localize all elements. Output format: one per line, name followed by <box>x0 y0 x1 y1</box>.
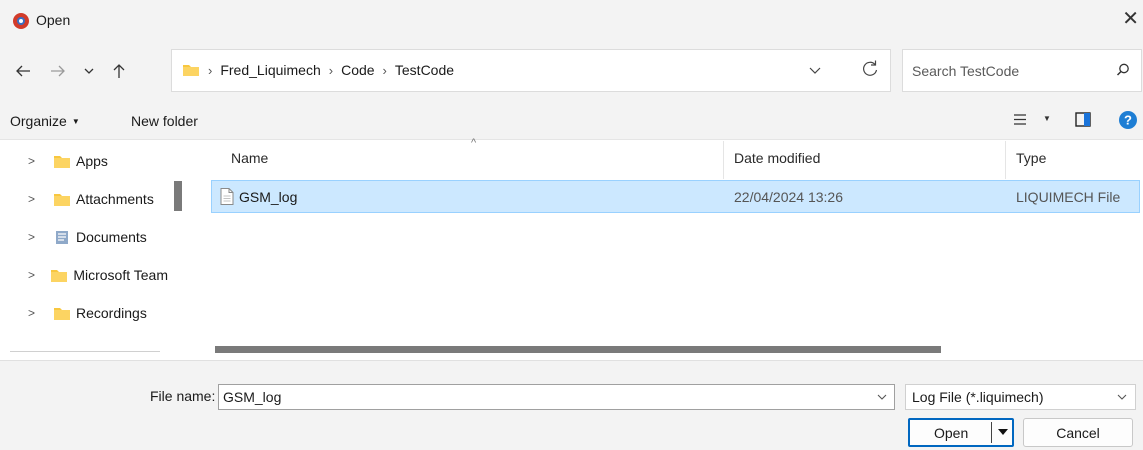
sidebar-item-label: Recordings <box>76 305 147 321</box>
organize-button[interactable]: Organize ▼ <box>10 113 80 129</box>
chevron-right-icon[interactable]: > <box>28 306 42 320</box>
folder-icon <box>54 307 70 320</box>
sidebar-item-label: Attachments <box>76 191 154 207</box>
file-type-select[interactable]: Log File (*.liquimech) <box>905 384 1136 410</box>
sidebar-item-label: Apps <box>76 153 108 169</box>
column-header-type[interactable]: Type <box>1016 150 1046 166</box>
folder-icon <box>51 269 68 282</box>
divider <box>10 351 160 352</box>
folder-icon <box>54 193 70 206</box>
cancel-button[interactable]: Cancel <box>1023 418 1133 447</box>
file-icon <box>220 188 234 205</box>
svg-text:?: ? <box>1124 113 1132 128</box>
new-folder-button[interactable]: New folder <box>131 113 198 129</box>
file-name-value: GSM_log <box>223 389 282 405</box>
cancel-button-label: Cancel <box>1056 425 1100 441</box>
title-bar: Open ✕ <box>0 0 1143 42</box>
sidebar-item-attachments[interactable]: > Attachments <box>0 184 168 214</box>
chevron-right-icon: › <box>208 62 213 78</box>
chevron-down-icon[interactable] <box>1116 390 1128 404</box>
open-options-arrow-icon[interactable] <box>998 429 1008 435</box>
column-divider[interactable] <box>1005 141 1006 179</box>
folder-icon <box>54 155 70 168</box>
breadcrumb-item[interactable]: Code <box>341 62 374 78</box>
column-divider[interactable] <box>723 141 724 179</box>
view-list-icon[interactable] <box>1013 113 1027 126</box>
column-header-date-modified[interactable]: Date modified <box>734 150 820 166</box>
search-placeholder: Search TestCode <box>912 63 1020 79</box>
horizontal-scrollbar[interactable] <box>215 346 941 353</box>
navigation-pane: > Apps > Attachments > Documents > Micro… <box>0 141 193 360</box>
search-input[interactable]: Search TestCode <box>902 49 1142 92</box>
forward-icon[interactable] <box>45 56 71 86</box>
breadcrumb-item[interactable]: Fred_Liquimech <box>220 62 320 78</box>
chevron-right-icon: › <box>328 62 334 78</box>
sidebar-item-microsoft-teams[interactable]: > Microsoft Team <box>0 260 168 290</box>
sort-ascending-icon: ^ <box>471 137 477 149</box>
address-bar[interactable]: › Fred_Liquimech › Code › TestCode <box>171 49 891 92</box>
help-icon[interactable]: ? <box>1118 110 1138 130</box>
open-button-label: Open <box>934 425 969 441</box>
file-name-input[interactable]: GSM_log <box>218 384 895 410</box>
file-name-label: File name: <box>150 388 216 404</box>
chevron-right-icon[interactable]: > <box>28 268 39 282</box>
view-options-caret-icon[interactable]: ▼ <box>1043 114 1051 123</box>
sidebar-item-recordings[interactable]: > Recordings <box>0 298 168 328</box>
command-bar: Organize ▼ New folder ▼ ? <box>0 100 1143 140</box>
sidebar-item-label: Microsoft Team <box>73 267 168 283</box>
app-icon <box>13 13 29 29</box>
navigation-scrollbar[interactable] <box>174 181 182 211</box>
chevron-right-icon[interactable]: > <box>28 192 42 206</box>
chevron-right-icon[interactable]: > <box>28 154 42 168</box>
divider <box>991 422 992 443</box>
refresh-icon[interactable] <box>860 59 880 79</box>
caret-down-icon: ▼ <box>71 117 80 126</box>
file-name: GSM_log <box>239 189 298 205</box>
breadcrumb-item[interactable]: TestCode <box>395 62 454 78</box>
file-date-modified: 22/04/2024 13:26 <box>734 189 843 205</box>
chevron-right-icon[interactable]: > <box>28 230 42 244</box>
sidebar-item-apps[interactable]: > Apps <box>0 146 168 176</box>
chevron-right-icon: › <box>382 62 387 78</box>
table-row[interactable]: GSM_log 22/04/2024 13:26 LIQUIMECH File <box>211 180 1140 213</box>
open-button[interactable]: Open <box>908 418 1014 447</box>
search-icon[interactable] <box>1115 62 1131 78</box>
breadcrumb: › Fred_Liquimech › Code › TestCode <box>182 62 454 78</box>
chevron-down-icon[interactable] <box>876 390 888 404</box>
back-icon[interactable] <box>10 56 36 86</box>
column-header-name[interactable]: Name <box>231 150 268 166</box>
folder-icon <box>183 65 199 76</box>
footer-panel: File name: GSM_log Log File (*.liquimech… <box>0 360 1143 450</box>
window-title: Open <box>36 12 71 28</box>
sidebar-item-label: Documents <box>76 229 147 245</box>
recent-locations-chevron-icon[interactable] <box>76 56 102 86</box>
documents-icon <box>56 230 68 244</box>
file-type: LIQUIMECH File <box>1016 189 1121 205</box>
preview-pane-icon[interactable] <box>1075 112 1091 127</box>
organize-label: Organize <box>10 113 67 129</box>
address-dropdown-icon[interactable] <box>808 60 822 80</box>
close-icon[interactable]: ✕ <box>1122 8 1139 30</box>
file-list: ^ Name Date modified Type GSM_log 22/04/… <box>193 137 1143 360</box>
sidebar-item-documents[interactable]: > Documents <box>0 222 168 252</box>
up-arrow-icon[interactable] <box>106 56 132 86</box>
file-type-value: Log File (*.liquimech) <box>912 389 1044 405</box>
